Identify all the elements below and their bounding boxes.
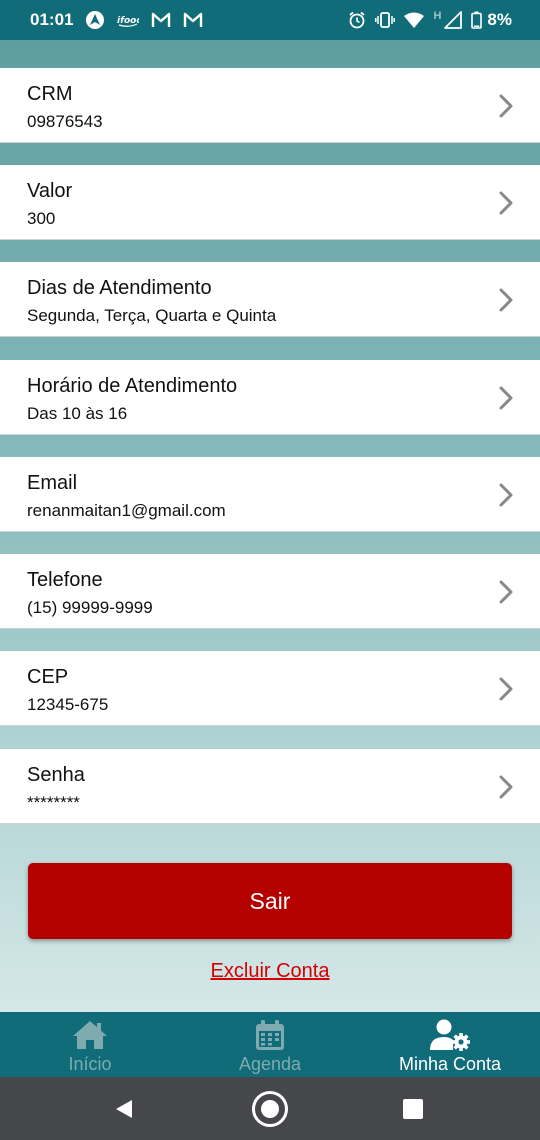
network-type: H (433, 10, 442, 22)
home-circle-icon (252, 1090, 288, 1127)
tab-minha-conta[interactable]: Minha Conta (360, 1012, 540, 1077)
field-title: Senha (27, 764, 85, 786)
field-value: ******** (27, 793, 80, 812)
home-nav-button[interactable] (240, 1077, 300, 1140)
field-title: CEP (27, 666, 69, 688)
field-row-email[interactable]: Email renanmaitan1@gmail.com (0, 457, 540, 532)
field-value: 12345-675 (27, 695, 109, 714)
field-row-cep[interactable]: CEP 12345-675 (0, 651, 540, 726)
tab-label: Início (68, 1054, 112, 1074)
field-title: Horário de Atendimento (27, 375, 238, 397)
tab-label: Minha Conta (398, 1054, 502, 1074)
field-row-senha[interactable]: Senha ******** (0, 749, 540, 824)
chevron-right-icon (499, 483, 513, 507)
field-title: Telefone (27, 569, 103, 591)
tab-inicio[interactable]: Início (0, 1012, 180, 1077)
signal-icon (444, 11, 463, 29)
battery-icon (471, 11, 483, 29)
chevron-right-icon (499, 677, 513, 701)
field-title: Email (27, 472, 78, 494)
field-row-telefone[interactable]: Telefone (15) 99999-9999 (0, 554, 540, 629)
wifi-icon (404, 12, 425, 28)
status-bar-left: 01:01 ifood (30, 10, 203, 30)
back-triangle-icon (116, 1099, 132, 1118)
chevron-right-icon (499, 94, 513, 118)
system-nav-bar (0, 1077, 540, 1140)
vibrate-icon (375, 11, 396, 29)
status-bar: 01:01 ifood H 8% (0, 0, 540, 40)
field-title: Dias de Atendimento (27, 277, 212, 299)
chevron-right-icon (499, 775, 513, 799)
home-icon (71, 1019, 109, 1051)
user-settings-icon (428, 1019, 472, 1051)
field-value: 09876543 (27, 112, 103, 131)
recents-square-icon (403, 1098, 423, 1119)
field-value: Das 10 às 16 (27, 404, 128, 423)
calendar-icon (255, 1019, 285, 1051)
gmail-icon (151, 12, 171, 28)
field-value: renanmaitan1@gmail.com (27, 501, 226, 520)
field-row-dias-atendimento[interactable]: Dias de Atendimento Segunda, Terça, Quar… (0, 262, 540, 337)
sair-button[interactable]: Sair (28, 863, 512, 939)
field-title: CRM (27, 83, 73, 105)
alarm-icon (348, 11, 366, 29)
ifood-icon: ifood (117, 13, 139, 27)
chevron-right-icon (499, 288, 513, 312)
status-bar-right: H 8% (348, 10, 512, 30)
battery-percent: 8% (487, 10, 512, 29)
bottom-tab-bar: Início Agenda Minha Conta (0, 1012, 540, 1077)
gmail-icon (183, 12, 203, 28)
chevron-right-icon (499, 386, 513, 410)
field-row-valor[interactable]: Valor 300 (0, 165, 540, 240)
field-value: (15) 99999-9999 (27, 598, 153, 617)
navigation-app-icon (85, 10, 105, 30)
chevron-right-icon (499, 191, 513, 215)
field-title: Valor (27, 180, 73, 202)
field-value: Segunda, Terça, Quarta e Quinta (27, 306, 277, 325)
account-content: CRM 09876543 Valor 300 Dias de Atendimen… (0, 40, 540, 1012)
field-value: 300 (27, 209, 56, 228)
tab-agenda[interactable]: Agenda (180, 1012, 360, 1077)
status-time: 01:01 (30, 10, 74, 29)
tab-label: Agenda (238, 1054, 302, 1074)
excluir-conta-link[interactable]: Excluir Conta (0, 960, 540, 983)
field-row-crm[interactable]: CRM 09876543 (0, 68, 540, 143)
recents-button[interactable] (383, 1077, 443, 1140)
field-row-horario-atendimento[interactable]: Horário de Atendimento Das 10 às 16 (0, 360, 540, 435)
chevron-right-icon (499, 580, 513, 604)
back-button[interactable] (94, 1077, 154, 1140)
